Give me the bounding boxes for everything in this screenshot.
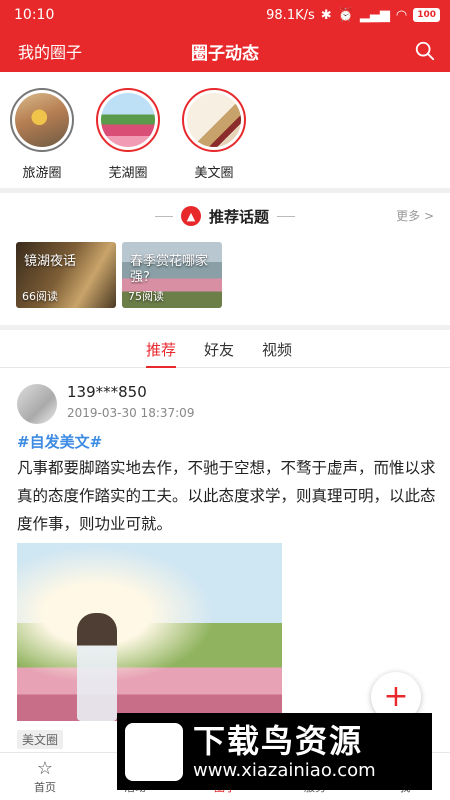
watermark-text: 下载鸟资源 www.xiazainiao.com (193, 722, 376, 782)
watermark-logo (125, 722, 183, 781)
circle-label: 美文圈 (194, 166, 234, 181)
more-topics-link[interactable]: 更多 > (396, 207, 434, 224)
nav-bar: 我的圈子 圈子动态 (0, 30, 450, 72)
status-indicators: 98.1K/s ✱ ⏰ ▂▄▆ ◠ 100 (266, 8, 440, 23)
circle-avatar (10, 88, 74, 152)
topic-name: 镜湖夜话 (24, 254, 77, 269)
tab-recommended[interactable]: 推荐 (146, 330, 177, 368)
post-image[interactable] (17, 543, 282, 721)
status-time: 10:10 (14, 7, 55, 23)
feed-tabs: 推荐 好友 视频 (0, 330, 450, 368)
recommended-topics: ▲ 推荐话题 更多 > 镜湖夜话 66阅读 春季赏花哪家强? 75阅读 (0, 193, 450, 325)
topic-card[interactable]: 镜湖夜话 66阅读 (16, 242, 116, 308)
network-speed: 98.1K/s (266, 7, 315, 23)
wifi-icon: ◠ (395, 7, 408, 23)
tab-videos[interactable]: 视频 (262, 330, 292, 368)
search-icon[interactable] (414, 40, 436, 62)
star-icon: ☆ (36, 757, 54, 779)
watermark-url: www.xiazainiao.com (193, 759, 376, 781)
post-username[interactable]: 139***850 (67, 383, 147, 401)
watermark-title: 下载鸟资源 (193, 721, 364, 760)
avatar[interactable] (17, 384, 57, 424)
divider-line (154, 215, 173, 217)
battery-icon: 100 (413, 8, 440, 22)
girl-figure (77, 613, 117, 721)
my-circles-link[interactable]: 我的圈子 (18, 39, 82, 63)
circle-item-wuhu[interactable]: 芜湖圈 (96, 72, 160, 188)
topic-reads: 66阅读 (22, 290, 58, 303)
post-body: 凡事都要脚踏实地去作，不驰于空想，不骛于虚声，而惟以求真的态度作踏实的工夫。以此… (17, 459, 436, 533)
circle-avatar (182, 88, 246, 152)
nav-label: 首页 (34, 780, 56, 794)
status-bar: 10:10 98.1K/s ✱ ⏰ ▂▄▆ ◠ 100 (0, 0, 450, 30)
divider-line (277, 215, 295, 217)
tab-friends[interactable]: 好友 (204, 330, 234, 368)
watermark: 下载鸟资源 www.xiazainiao.com (117, 713, 432, 790)
topic-card[interactable]: 春季赏花哪家强? 75阅读 (122, 242, 222, 308)
topic-name: 春季赏花哪家强? (130, 254, 209, 285)
circle-list: 旅游圈 芜湖圈 美文圈 (0, 72, 450, 188)
circle-item-travel[interactable]: 旅游圈 (10, 72, 74, 188)
topic-reads: 75阅读 (128, 290, 164, 303)
circle-avatar (96, 88, 160, 152)
alarm-icon: ⏰ (337, 7, 354, 23)
fire-icon: ▲ (180, 206, 201, 226)
circle-label: 旅游圈 (22, 166, 62, 181)
topics-title: 推荐话题 (208, 207, 269, 226)
post-hashtag[interactable]: #自发美文# (17, 431, 102, 452)
post-timestamp: 2019-03-30 18:37:09 (67, 406, 195, 420)
app-header: 10:10 98.1K/s ✱ ⏰ ▂▄▆ ◠ 100 我的圈子 圈子动态 (0, 0, 450, 72)
nav-home[interactable]: ☆ 首页 (0, 753, 90, 800)
topics-header: ▲ 推荐话题 (0, 203, 450, 229)
topic-cards: 镜湖夜话 66阅读 春季赏花哪家强? 75阅读 (16, 242, 222, 308)
circle-label: 芜湖圈 (108, 166, 148, 181)
signal-icon: ▂▄▆ (359, 7, 390, 23)
bluetooth-icon: ✱ (320, 7, 332, 23)
circle-item-prose[interactable]: 美文圈 (182, 72, 246, 188)
post-circle-chip[interactable]: 美文圈 (17, 730, 64, 749)
